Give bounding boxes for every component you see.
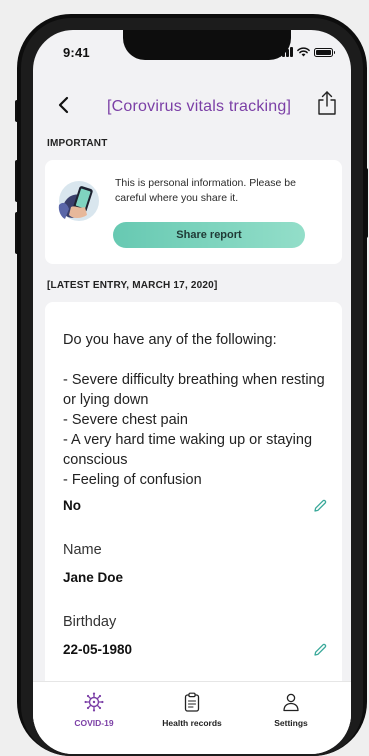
name-label: Name xyxy=(63,542,102,558)
edit-pencil-icon[interactable] xyxy=(312,498,328,514)
edit-pencil-icon[interactable] xyxy=(312,642,328,658)
tab-label-covid-19: COVID-19 xyxy=(74,718,114,728)
name-value: Jane Doe xyxy=(63,570,124,585)
wifi-icon xyxy=(297,47,310,57)
nav-bar: [Corovirus vitals tracking] xyxy=(33,88,351,124)
phone-frame: 9:41 [Corovirus vitals tracking] IMPORTA… xyxy=(17,14,367,756)
share-upload-icon[interactable] xyxy=(315,90,339,116)
notch xyxy=(123,30,291,60)
privacy-notice-text: This is personal information. Please be … xyxy=(115,177,296,204)
symptoms-question: Do you have any of the following: - Seve… xyxy=(63,332,325,488)
tab-label-settings: Settings xyxy=(274,718,308,728)
birthday-value: 22-05-1980 xyxy=(63,642,133,657)
clipboard-icon xyxy=(184,692,200,712)
birthday-label: Birthday xyxy=(63,614,117,630)
tab-covid-19[interactable]: COVID-19 xyxy=(46,692,142,728)
virus-icon xyxy=(84,692,104,712)
page-title: [Corovirus vitals tracking] xyxy=(107,98,292,115)
share-report-button[interactable]: Share report xyxy=(113,222,305,248)
tab-settings[interactable]: Settings xyxy=(243,692,339,728)
status-time: 9:41 xyxy=(63,45,90,60)
app-screen: 9:41 [Corovirus vitals tracking] IMPORTA… xyxy=(33,30,351,754)
chevron-left-icon[interactable] xyxy=(53,94,75,116)
latest-entry-card: Do you have any of the following: - Seve… xyxy=(45,302,342,722)
tab-label-health-records: Health records xyxy=(162,718,222,728)
latest-entry-section-label: [LATEST ENTRY, MARCH 17, 2020] xyxy=(47,280,218,291)
privacy-notice-card: This is personal information. Please be … xyxy=(45,160,342,264)
battery-icon xyxy=(314,48,335,57)
bottom-tab-bar: COVID-19 Health records Settings xyxy=(33,682,351,754)
phone-in-hand-illustration-icon xyxy=(58,181,99,221)
symptoms-answer: No xyxy=(63,498,81,513)
tab-health-records[interactable]: Health records xyxy=(144,692,240,728)
important-section-label: IMPORTANT xyxy=(47,138,108,149)
user-icon xyxy=(283,693,299,712)
